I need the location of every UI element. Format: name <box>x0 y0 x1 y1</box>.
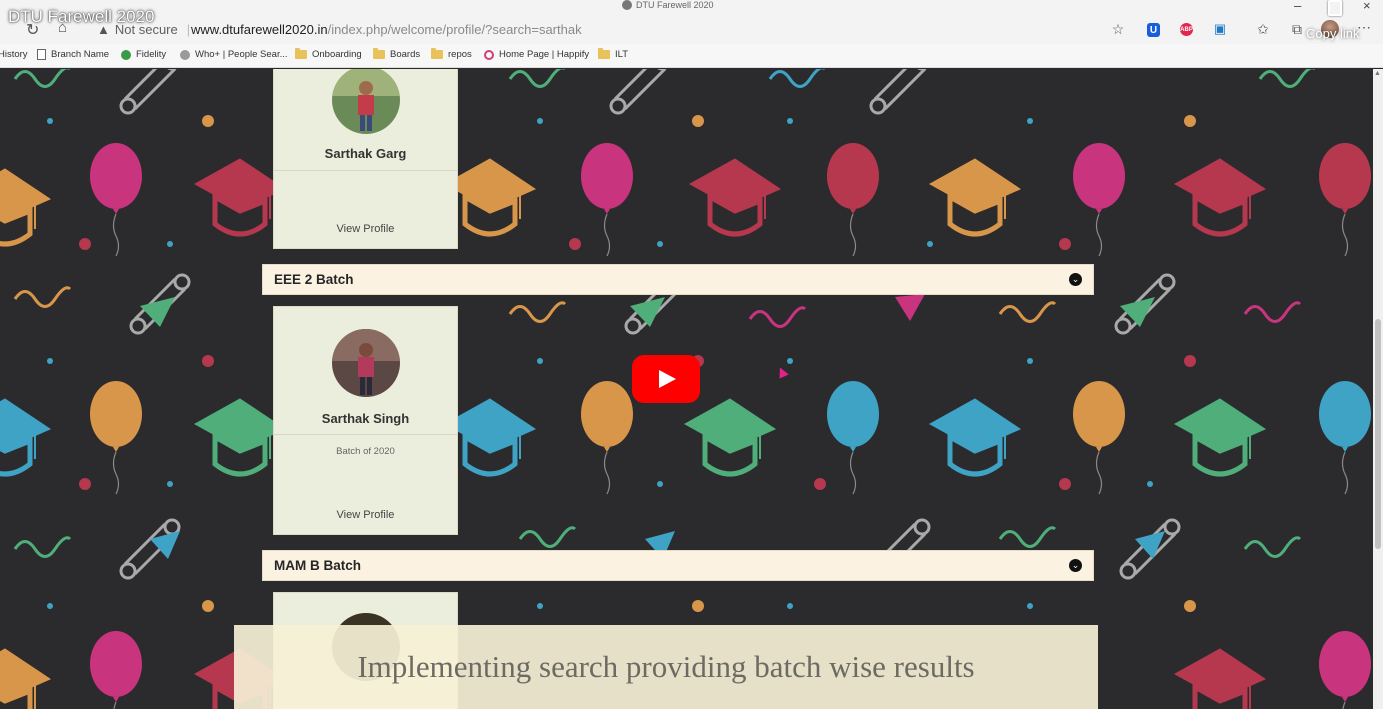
window-title-text: DTU Farewell 2020 <box>636 0 714 10</box>
bookmark-happify[interactable]: Home Page | Happify <box>484 49 589 60</box>
chevron-down-circle-icon[interactable]: ⌄ <box>1069 559 1082 572</box>
batch-header-eee2[interactable]: EEE 2 Batch ⌄ <box>262 264 1094 295</box>
happify-icon <box>484 49 494 60</box>
bookmark-who[interactable]: Who+ | People Sear... <box>180 49 288 60</box>
bookmark-label: Fidelity <box>136 49 167 60</box>
profile-photo <box>332 329 400 397</box>
bookmark-label: Boards <box>390 49 421 60</box>
bookmark-fidelity[interactable]: Fidelity <box>121 49 166 60</box>
bookmark-label: ILT <box>615 49 629 60</box>
caption-text: Implementing search providing batch wise… <box>357 649 975 684</box>
page-viewport: Sarthak Garg View Profile EEE 2 Batch ⌄ … <box>0 69 1373 709</box>
favorites-icon[interactable]: ✩ <box>1255 21 1271 37</box>
copy-link-icon[interactable] <box>1328 0 1342 16</box>
bookmark-label: repos <box>448 49 472 60</box>
batch-header-mam-b[interactable]: MAM B Batch ⌄ <box>262 550 1094 581</box>
video-title[interactable]: DTU Farewell 2020 <box>8 7 154 27</box>
url-path: /index.php/welcome/profile/?search=sarth… <box>327 22 582 37</box>
extension-icon[interactable]: ▣ <box>1212 21 1228 37</box>
bitwarden-extension-icon[interactable]: U <box>1147 23 1160 37</box>
profile-name: Sarthak Garg <box>324 146 407 161</box>
site-favicon-icon <box>622 0 632 10</box>
bookmarks-bar: History Branch Name Fidelity Who+ | Peop… <box>0 44 1383 68</box>
bookmark-ilt[interactable]: ILT <box>598 48 629 60</box>
bookmark-label: Branch Name <box>51 49 110 60</box>
bookmark-label: Onboarding <box>312 49 362 60</box>
play-icon <box>659 370 676 388</box>
collections-icon[interactable]: ⧉ <box>1289 21 1305 37</box>
bookmark-onboarding[interactable]: Onboarding <box>295 48 362 60</box>
profile-card: Sarthak Garg View Profile <box>273 69 458 249</box>
address-separator: | <box>186 22 191 37</box>
video-caption: Implementing search providing batch wise… <box>234 625 1098 709</box>
browser-toolbar: DTU Farewell 2020 – × ↻ ⌂ ▲ Not secure |… <box>0 0 1383 44</box>
minimize-icon[interactable]: – <box>1294 0 1301 13</box>
page-scrollbar[interactable]: ▲ <box>1373 69 1383 709</box>
bookmark-label: Who+ | People Sear... <box>195 49 288 60</box>
scroll-up-arrow-icon[interactable]: ▲ <box>1374 70 1381 77</box>
document-icon <box>37 49 46 60</box>
scrollbar-thumb[interactable] <box>1375 319 1381 549</box>
fidelity-icon <box>121 49 131 60</box>
add-favorite-icon[interactable]: ☆ <box>1110 21 1126 37</box>
profile-batch: Batch of 2020 <box>336 446 395 457</box>
url-domain: www.dtufarewell2020.in <box>191 22 328 37</box>
close-window-icon[interactable]: × <box>1363 0 1371 13</box>
batch-label: EEE 2 Batch <box>274 272 354 287</box>
folder-icon <box>431 48 443 59</box>
folder-icon <box>373 48 385 59</box>
profile-photo <box>332 69 400 134</box>
batch-label: MAM B Batch <box>274 558 361 573</box>
card-divider <box>274 434 457 435</box>
card-divider <box>274 170 457 171</box>
chevron-down-circle-icon[interactable]: ⌄ <box>1069 273 1082 286</box>
bookmark-repos[interactable]: repos <box>431 48 472 60</box>
bookmark-label: Home Page | Happify <box>499 49 590 60</box>
view-profile-link[interactable]: View Profile <box>274 223 457 235</box>
profile-name: Sarthak Singh <box>321 411 410 426</box>
folder-icon <box>295 48 307 59</box>
bookmark-boards[interactable]: Boards <box>373 48 421 60</box>
view-profile-link[interactable]: View Profile <box>274 509 457 521</box>
profile-card: Sarthak Singh Batch of 2020 View Profile <box>273 306 458 535</box>
folder-icon <box>598 48 610 59</box>
copy-link-label[interactable]: Copy link <box>1306 26 1359 41</box>
window-title: DTU Farewell 2020 <box>622 0 714 10</box>
address-bar[interactable]: www.dtufarewell2020.in/index.php/welcome… <box>191 22 582 37</box>
adblock-extension-icon[interactable]: ABP <box>1180 23 1193 36</box>
bookmark-history[interactable]: History <box>0 49 28 60</box>
bookmark-label: History <box>0 49 28 60</box>
who-icon <box>180 49 190 60</box>
bookmark-branch-name[interactable]: Branch Name <box>37 49 109 60</box>
youtube-play-button[interactable] <box>632 355 700 403</box>
